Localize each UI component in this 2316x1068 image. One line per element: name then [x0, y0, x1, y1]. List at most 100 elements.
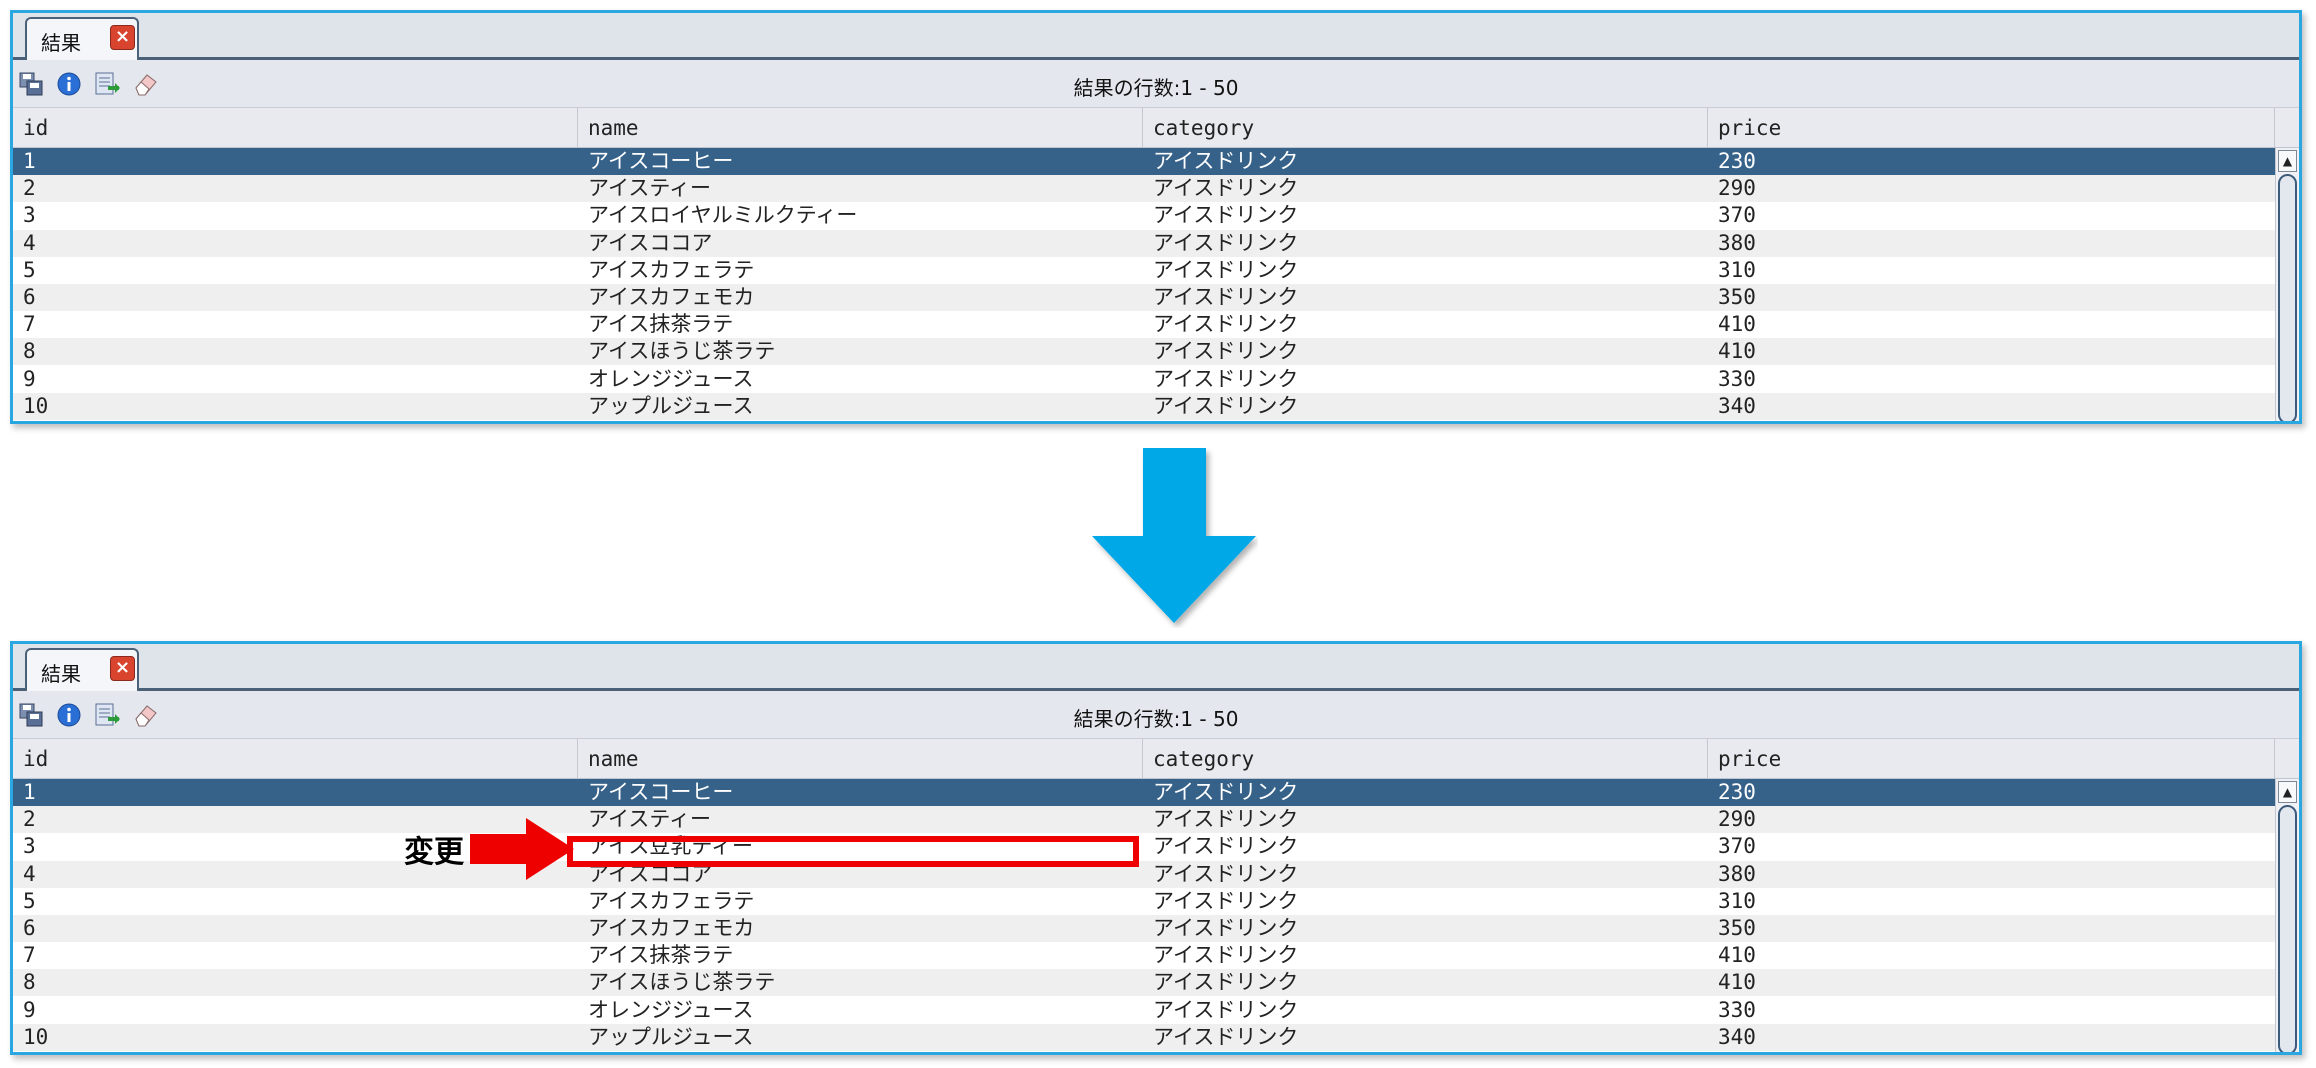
- table-row[interactable]: 7 アイス抹茶ラテ アイスドリンク 410: [13, 311, 2275, 339]
- table-row[interactable]: 9 オレンジジュース アイスドリンク 330: [13, 996, 2275, 1024]
- cell-category[interactable]: アイスドリンク: [1143, 861, 1708, 888]
- table-row[interactable]: 6 アイスカフェモカ アイスドリンク 350: [13, 915, 2275, 942]
- cell-price[interactable]: 310: [1708, 888, 2275, 915]
- cell-name[interactable]: アイスティー: [578, 175, 1143, 202]
- cell-name[interactable]: アイスほうじ茶ラテ: [578, 969, 1143, 996]
- cell-price[interactable]: 350: [1708, 284, 2275, 311]
- cell-price[interactable]: 350: [1708, 915, 2275, 942]
- cell-category[interactable]: アイスドリンク: [1143, 257, 1708, 284]
- tab-result[interactable]: 結果 ×: [25, 17, 139, 60]
- cell-id[interactable]: 7: [13, 942, 578, 969]
- cell-name[interactable]: オレンジジュース: [578, 997, 1143, 1024]
- cell-id[interactable]: 8: [13, 969, 578, 996]
- cell-category[interactable]: アイスドリンク: [1143, 915, 1708, 942]
- cell-category[interactable]: アイスドリンク: [1143, 1024, 1708, 1051]
- cell-name[interactable]: アイスコーヒー: [578, 148, 1143, 175]
- cell-name[interactable]: アイスほうじ茶ラテ: [578, 338, 1143, 365]
- scroll-thumb[interactable]: [2278, 805, 2297, 1052]
- cell-category[interactable]: アイスドリンク: [1143, 230, 1708, 257]
- column-header-price[interactable]: price: [1708, 739, 2275, 779]
- cell-name[interactable]: アイスカフェラテ: [578, 257, 1143, 284]
- table-row[interactable]: 10 アップルジュース アイスドリンク 340: [13, 1023, 2275, 1051]
- vertical-scrollbar[interactable]: ▲: [2275, 148, 2299, 421]
- table-row[interactable]: 3 アイス豆乳ティー アイスドリンク 370: [13, 833, 2275, 861]
- close-icon[interactable]: ×: [110, 25, 135, 50]
- cell-price[interactable]: 230: [1708, 148, 2275, 175]
- cell-name[interactable]: アイス抹茶ラテ: [578, 311, 1143, 338]
- cell-name[interactable]: アイスロイヤルミルクティー: [578, 202, 1143, 229]
- scroll-thumb[interactable]: [2278, 174, 2297, 421]
- table-row[interactable]: 6 アイスカフェモカ アイスドリンク 350: [13, 284, 2275, 311]
- scroll-up-icon[interactable]: ▲: [2278, 781, 2297, 803]
- table-row[interactable]: 9 オレンジジュース アイスドリンク 330: [13, 365, 2275, 393]
- scroll-up-icon[interactable]: ▲: [2278, 150, 2297, 172]
- cell-id[interactable]: 9: [13, 997, 578, 1024]
- cell-category[interactable]: アイスドリンク: [1143, 366, 1708, 393]
- column-header-category[interactable]: category: [1143, 739, 1708, 779]
- column-header-id[interactable]: id: [13, 739, 578, 779]
- cell-price[interactable]: 290: [1708, 175, 2275, 202]
- table-row[interactable]: 10 アップルジュース アイスドリンク 340: [13, 392, 2275, 420]
- cell-category[interactable]: アイスドリンク: [1143, 806, 1708, 833]
- table-row[interactable]: 4 アイスココア アイスドリンク 380: [13, 860, 2275, 888]
- cell-price[interactable]: 340: [1708, 393, 2275, 420]
- cell-price[interactable]: 380: [1708, 230, 2275, 257]
- cell-price[interactable]: 410: [1708, 969, 2275, 996]
- cell-category[interactable]: アイスドリンク: [1143, 338, 1708, 365]
- table-row[interactable]: 8 アイスほうじ茶ラテ アイスドリンク 410: [13, 969, 2275, 997]
- cell-category[interactable]: アイスドリンク: [1143, 888, 1708, 915]
- table-row[interactable]: 8 アイスほうじ茶ラテ アイスドリンク 410: [13, 338, 2275, 366]
- cell-category[interactable]: アイスドリンク: [1143, 997, 1708, 1024]
- cell-name[interactable]: アイスカフェモカ: [578, 915, 1143, 942]
- cell-id[interactable]: 9: [13, 366, 578, 393]
- table-row[interactable]: 2 アイスティー アイスドリンク 290: [13, 806, 2275, 834]
- cell-name[interactable]: オレンジジュース: [578, 366, 1143, 393]
- cell-name[interactable]: アイスティー: [578, 806, 1143, 833]
- table-row[interactable]: 5 アイスカフェラテ アイスドリンク 310: [13, 887, 2275, 915]
- close-icon[interactable]: ×: [110, 656, 135, 681]
- cell-price[interactable]: 380: [1708, 861, 2275, 888]
- column-header-name[interactable]: name: [578, 108, 1143, 148]
- table-row[interactable]: 4 アイスココア アイスドリンク 380: [13, 229, 2275, 257]
- cell-name[interactable]: アイスココア: [578, 230, 1143, 257]
- cell-price[interactable]: 410: [1708, 942, 2275, 969]
- cell-price[interactable]: 230: [1708, 779, 2275, 806]
- cell-name[interactable]: アップルジュース: [578, 393, 1143, 420]
- cell-id[interactable]: 3: [13, 202, 578, 229]
- cell-id[interactable]: 6: [13, 284, 578, 311]
- cell-price[interactable]: 330: [1708, 366, 2275, 393]
- table-row[interactable]: 5 アイスカフェラテ アイスドリンク 310: [13, 256, 2275, 284]
- cell-id[interactable]: 10: [13, 1024, 578, 1051]
- cell-category[interactable]: アイスドリンク: [1143, 175, 1708, 202]
- cell-price[interactable]: 330: [1708, 997, 2275, 1024]
- cell-id[interactable]: 6: [13, 915, 578, 942]
- table-row[interactable]: 7 アイス抹茶ラテ アイスドリンク 410: [13, 942, 2275, 970]
- cell-id[interactable]: 5: [13, 257, 578, 284]
- cell-name[interactable]: アイス抹茶ラテ: [578, 942, 1143, 969]
- cell-category[interactable]: アイスドリンク: [1143, 942, 1708, 969]
- cell-id[interactable]: 2: [13, 175, 578, 202]
- vertical-scrollbar[interactable]: ▲: [2275, 779, 2299, 1052]
- tab-result[interactable]: 結果 ×: [25, 648, 139, 691]
- table-row[interactable]: 2 アイスティー アイスドリンク 290: [13, 175, 2275, 203]
- cell-category[interactable]: アイスドリンク: [1143, 833, 1708, 860]
- table-row[interactable]: 3 アイスロイヤルミルクティー アイスドリンク 370: [13, 202, 2275, 230]
- cell-price[interactable]: 410: [1708, 338, 2275, 365]
- cell-name[interactable]: アイスカフェラテ: [578, 888, 1143, 915]
- cell-name[interactable]: アイスコーヒー: [578, 779, 1143, 806]
- cell-id[interactable]: 7: [13, 311, 578, 338]
- cell-price[interactable]: 410: [1708, 311, 2275, 338]
- cell-category[interactable]: アイスドリンク: [1143, 311, 1708, 338]
- cell-id[interactable]: 5: [13, 888, 578, 915]
- column-header-category[interactable]: category: [1143, 108, 1708, 148]
- table-row[interactable]: 1 アイスコーヒー アイスドリンク 230: [13, 148, 2275, 175]
- cell-price[interactable]: 370: [1708, 833, 2275, 860]
- cell-category[interactable]: アイスドリンク: [1143, 779, 1708, 806]
- cell-id[interactable]: 8: [13, 338, 578, 365]
- cell-id[interactable]: 4: [13, 230, 578, 257]
- cell-price[interactable]: 290: [1708, 806, 2275, 833]
- cell-category[interactable]: アイスドリンク: [1143, 969, 1708, 996]
- cell-category[interactable]: アイスドリンク: [1143, 202, 1708, 229]
- cell-price[interactable]: 340: [1708, 1024, 2275, 1051]
- cell-id[interactable]: 10: [13, 393, 578, 420]
